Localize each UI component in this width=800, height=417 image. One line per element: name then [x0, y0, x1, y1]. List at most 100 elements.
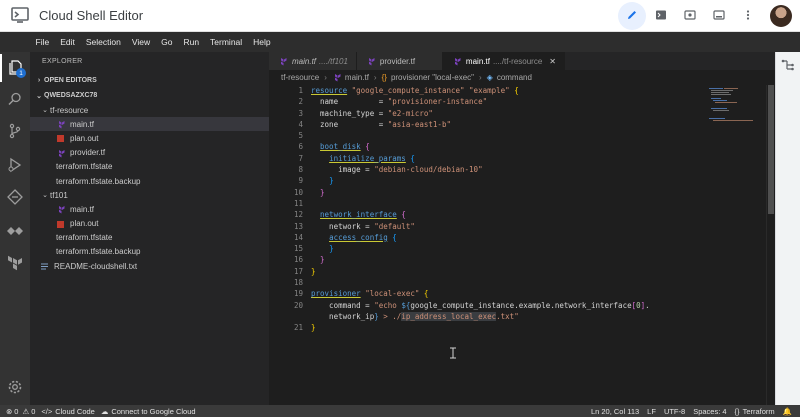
tree-item-label: plan.out — [70, 133, 99, 143]
tab-main-tf-tf101[interactable]: main.tf ..../tf101 — [269, 52, 357, 70]
menu-run[interactable]: Run — [178, 37, 205, 47]
activity-cloud-code-apis[interactable] — [0, 184, 30, 212]
activity-terraform[interactable] — [0, 250, 30, 278]
layout-button[interactable] — [705, 2, 733, 30]
chevron-right-icon: › — [324, 73, 327, 82]
activity-source-control[interactable] — [0, 118, 30, 146]
app-title: Cloud Shell Editor — [39, 8, 144, 23]
connect-google-cloud-status[interactable]: ☁ Connect to Google Cloud — [101, 407, 196, 416]
code-icon: </> — [41, 406, 53, 416]
binary-file-icon — [56, 134, 65, 143]
code-line: } — [329, 176, 334, 186]
tree-diagram-icon[interactable] — [781, 58, 795, 74]
tab-provider-tf[interactable]: provider.tf — [356, 52, 443, 70]
tree-item-label: main.tf — [70, 119, 95, 129]
code-editor[interactable]: 1 2 3 4 5 6 7 8 9 10 11 12 13 14 15 16 17 18 19 20 21 resour… — [269, 85, 800, 405]
mouse-cursor-ibeam-icon — [449, 347, 457, 359]
menu-help[interactable]: Help — [248, 37, 276, 47]
diamond-icon — [7, 223, 23, 241]
symbol-module-icon: {} — [381, 73, 387, 82]
chevron-right-icon: › — [373, 73, 377, 82]
open-editors-section[interactable]: › OPEN EDITORS — [30, 73, 269, 88]
tree-file[interactable]: README-cloudshell.txt — [30, 259, 269, 273]
more-options-button[interactable] — [734, 2, 762, 30]
line-number: 20 — [293, 300, 303, 310]
menu-view[interactable]: View — [126, 37, 155, 47]
code-line: } — [320, 187, 325, 197]
close-icon[interactable]: ✕ — [549, 57, 556, 66]
tab-path: ..../tf-resource — [492, 56, 543, 66]
menu-terminal[interactable]: Terminal — [205, 37, 248, 47]
menu-edit[interactable]: Edit — [55, 37, 81, 47]
breadcrumb-block[interactable]: provisioner "local-exec" — [391, 73, 474, 82]
scrollbar-thumb[interactable] — [768, 85, 774, 214]
tree-file[interactable]: plan.out — [30, 217, 269, 231]
chevron-right-icon: › — [478, 73, 482, 82]
tree-file[interactable]: plan.out — [30, 131, 269, 145]
cursor-position[interactable]: Ln 20, Col 113 — [591, 407, 639, 416]
line-number: 19 — [293, 289, 303, 299]
terraform-file-icon — [56, 149, 65, 158]
line-number: 8 — [298, 165, 303, 175]
menu-file[interactable]: File — [30, 37, 55, 47]
workspace-section[interactable]: ⌄ QWEDSAZXC78 — [30, 88, 269, 103]
explorer-title: EXPLORER — [42, 58, 83, 65]
chevron-down-icon: ⌄ — [36, 92, 42, 100]
notifications-bell-icon[interactable]: 🔔 — [783, 407, 792, 416]
code-line: } — [311, 266, 316, 276]
tree-file[interactable]: terraform.tfstate — [30, 231, 269, 245]
vertical-scrollbar[interactable] — [766, 85, 774, 405]
web-preview-button[interactable] — [676, 2, 704, 30]
breadcrumb-attribute[interactable]: command — [497, 73, 532, 82]
gear-icon — [7, 379, 23, 397]
cloud-code-status[interactable]: </> Cloud Code — [41, 407, 94, 416]
activity-search[interactable] — [0, 86, 30, 114]
line-number: 2 — [298, 97, 303, 107]
encoding[interactable]: UTF-8 — [664, 407, 685, 416]
minimap[interactable] — [706, 85, 766, 125]
chevron-down-icon: ⌄ — [42, 192, 48, 200]
breadcrumb-folder[interactable]: tf-resource — [281, 73, 319, 82]
menu-bar: File Edit Selection View Go Run Terminal… — [0, 32, 800, 52]
line-number: 14 — [293, 232, 303, 242]
open-editor-button[interactable] — [618, 2, 646, 30]
code-line: boot_disk { — [320, 142, 370, 152]
language-mode[interactable]: {} Terraform — [735, 407, 775, 416]
tree-item-label: README-cloudshell.txt — [54, 261, 138, 271]
tree-folder[interactable]: ⌄ tf-resource — [30, 103, 269, 117]
terraform-file-icon — [332, 73, 341, 82]
code-line: command = "echo ${google_compute_instanc… — [311, 300, 650, 310]
menu-go[interactable]: Go — [156, 37, 178, 47]
explorer-badge: 1 — [16, 68, 26, 78]
tree-file[interactable]: main.tf — [30, 202, 269, 216]
activity-settings[interactable] — [0, 374, 30, 402]
line-number: 6 — [298, 142, 303, 152]
tab-label: main.tf — [465, 56, 490, 66]
menu-selection[interactable]: Selection — [80, 37, 126, 47]
open-terminal-button[interactable] — [647, 2, 675, 30]
code-line: initialize_params { — [329, 153, 415, 163]
tab-main-tf-tf-resource[interactable]: main.tf ..../tf-resource ✕ — [442, 52, 565, 70]
activity-explorer[interactable]: 1 — [0, 54, 30, 82]
indentation[interactable]: Spaces: 4 — [693, 407, 726, 416]
user-avatar[interactable] — [770, 5, 792, 27]
tree-file[interactable]: provider.tf — [30, 146, 269, 160]
end-of-line[interactable]: LF — [647, 407, 656, 416]
tree-file[interactable]: main.tf — [30, 117, 269, 132]
activity-cloud-apis[interactable] — [0, 218, 30, 246]
tree-file[interactable]: terraform.tfstate — [30, 160, 269, 174]
code-line: } — [329, 244, 334, 254]
tree-file[interactable]: terraform.tfstate.backup — [30, 245, 269, 259]
line-number: 17 — [293, 266, 303, 276]
text-file-icon — [40, 262, 49, 270]
tree-item-label: provider.tf — [70, 148, 106, 158]
breadcrumb-file[interactable]: main.tf — [345, 73, 369, 82]
code-content[interactable]: resource "google_compute_instance" "exam… — [311, 85, 761, 334]
problems-status[interactable]: ⊗ 0 ⚠ 0 — [6, 407, 35, 416]
tree-folder[interactable]: ⌄ tf101 — [30, 188, 269, 202]
tree-item-label: main.tf — [70, 204, 95, 214]
tree-file[interactable]: terraform.tfstate.backup — [30, 174, 269, 188]
activity-run-debug[interactable] — [0, 152, 30, 180]
explorer-sidebar: EXPLORER › OPEN EDITORS ⌄ QWEDSAZXC78 ⌄ t… — [30, 52, 269, 405]
tab-path: ..../tf101 — [319, 56, 348, 66]
